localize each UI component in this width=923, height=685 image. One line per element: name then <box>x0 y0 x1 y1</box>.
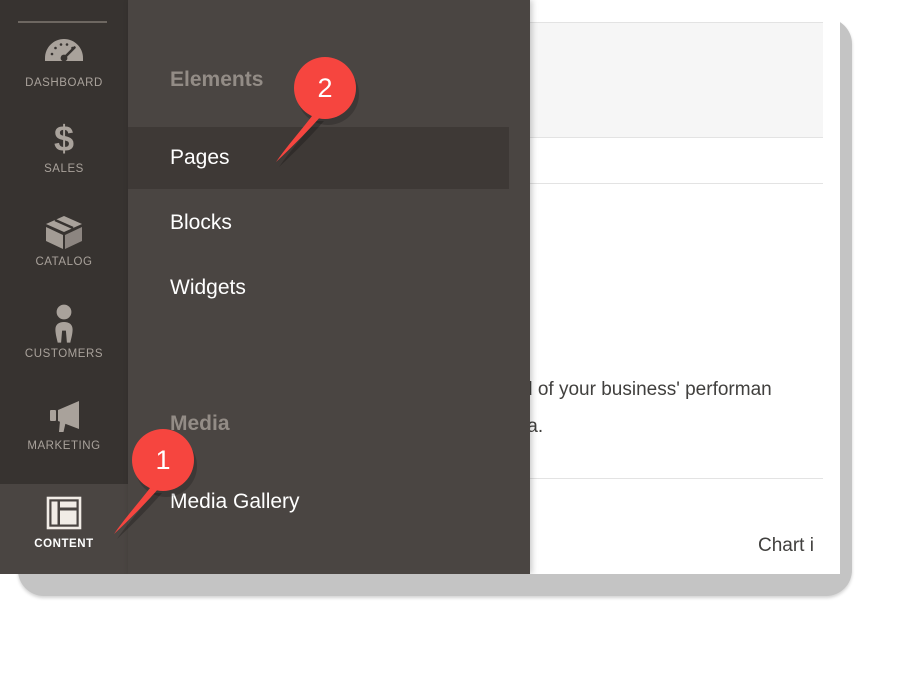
sidebar-divider <box>18 21 107 23</box>
content-divider <box>530 478 823 479</box>
chart-note: Chart i <box>758 535 814 556</box>
sidebar-item-label: SALES <box>44 163 84 175</box>
content-divider <box>530 183 823 184</box>
sidebar-item-dashboard[interactable]: DASHBOARD <box>0 32 128 89</box>
flyout-item-widgets[interactable]: Widgets <box>170 276 246 300</box>
sidebar-item-sales[interactable]: $ SALES <box>0 118 128 175</box>
person-icon <box>0 303 128 343</box>
sidebar-item-label: CATALOG <box>35 256 93 268</box>
flyout-item-pages[interactable]: Pages <box>170 146 230 170</box>
sidebar-item-label: CUSTOMERS <box>24 348 104 360</box>
megaphone-icon <box>0 395 128 435</box>
sidebar-item-customers[interactable]: CUSTOMERS <box>0 303 128 360</box>
box-icon <box>0 211 128 251</box>
dollar-icon: $ <box>0 118 128 159</box>
sidebar-item-label: DASHBOARD <box>25 77 103 89</box>
callout-number-2: 2 <box>317 73 333 103</box>
flyout-item-blocks[interactable]: Blocks <box>170 211 232 235</box>
content-band <box>530 23 823 138</box>
svg-text:$: $ <box>54 118 74 158</box>
callout-pin-1: 1 <box>103 429 213 542</box>
gauge-icon <box>0 32 128 72</box>
content-area: d of your business' performan ta. Chart … <box>522 0 840 574</box>
flyout-group-heading-elements: Elements <box>170 68 264 91</box>
content-divider <box>530 137 823 138</box>
callout-number-1: 1 <box>155 445 171 475</box>
sidebar-item-catalog[interactable]: CATALOG <box>0 211 128 268</box>
callout-pin-2: 2 <box>265 57 375 170</box>
content-paragraph-line-1: d of your business' performan <box>522 379 772 400</box>
